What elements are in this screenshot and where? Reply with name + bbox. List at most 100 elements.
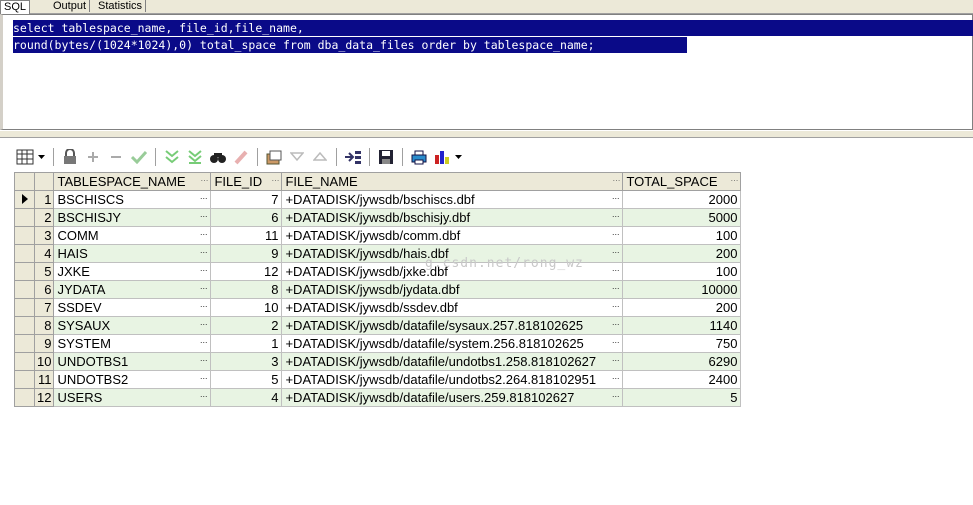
cell-file-id[interactable]: 12: [210, 262, 283, 281]
chevron-down-icon[interactable]: [454, 146, 462, 168]
table-row[interactable]: 3 COMM... 11 +DATADISK/jywsdb/comm.dbf... 10…: [14, 226, 742, 245]
cell-file-name[interactable]: +DATADISK/jywsdb/comm.dbf...: [281, 226, 624, 245]
table-row[interactable]: 4 HAIS... 9 +DATADISK/jywsdb/hais.dbf... 200: [14, 244, 742, 263]
column-header[interactable]: TOTAL_SPACE ···: [622, 172, 742, 191]
cell-total-space[interactable]: 5: [622, 388, 742, 407]
cell-edit-icon[interactable]: ...: [200, 228, 208, 242]
add-record-icon[interactable]: [82, 146, 104, 168]
cell-file-id[interactable]: 6: [210, 208, 283, 227]
cell-tablespace-name[interactable]: HAIS...: [53, 244, 212, 263]
grid-view-icon[interactable]: [14, 146, 36, 168]
cell-file-id[interactable]: 8: [210, 280, 283, 299]
cell-tablespace-name[interactable]: JXKE...: [53, 262, 212, 281]
cell-total-space[interactable]: 2400: [622, 370, 742, 389]
cell-edit-icon[interactable]: ...: [612, 228, 620, 242]
chart-icon[interactable]: [431, 146, 453, 168]
table-row[interactable]: 7 SSDEV... 10 +DATADISK/jywsdb/ssdev.dbf...…: [14, 298, 742, 317]
cell-file-id[interactable]: 5: [210, 370, 283, 389]
delete-record-icon[interactable]: [105, 146, 127, 168]
table-row[interactable]: 6 JYDATA... 8 +DATADISK/jywsdb/jydata.dbf..…: [14, 280, 742, 299]
row-indicator[interactable]: [14, 298, 35, 317]
cell-total-space[interactable]: 2000: [622, 190, 742, 209]
cell-edit-icon[interactable]: ...: [200, 264, 208, 278]
cell-edit-icon[interactable]: ...: [200, 300, 208, 314]
row-indicator[interactable]: [14, 316, 35, 335]
cell-file-name[interactable]: +DATADISK/jywsdb/datafile/sysaux.257.818…: [281, 316, 624, 335]
cell-edit-icon[interactable]: ...: [612, 336, 620, 350]
cell-tablespace-name[interactable]: COMM...: [53, 226, 212, 245]
cell-tablespace-name[interactable]: JYDATA...: [53, 280, 212, 299]
cell-edit-icon[interactable]: ...: [612, 372, 620, 386]
clear-icon[interactable]: [230, 146, 252, 168]
cell-file-id[interactable]: 4: [210, 388, 283, 407]
cell-file-id[interactable]: 9: [210, 244, 283, 263]
column-header[interactable]: TABLESPACE_NAME ···: [53, 172, 212, 191]
cell-file-id[interactable]: 3: [210, 352, 283, 371]
cell-file-name[interactable]: +DATADISK/jywsdb/jxke.dbf...: [281, 262, 624, 281]
cell-tablespace-name[interactable]: SSDEV...: [53, 298, 212, 317]
cell-total-space[interactable]: 200: [622, 244, 742, 263]
cell-edit-icon[interactable]: ...: [200, 246, 208, 260]
cell-file-name[interactable]: +DATADISK/jywsdb/jydata.dbf...: [281, 280, 624, 299]
filter-up-icon[interactable]: [309, 146, 331, 168]
cell-edit-icon[interactable]: ...: [612, 318, 620, 332]
find-icon[interactable]: [207, 146, 229, 168]
table-row[interactable]: 12 USERS... 4 +DATADISK/jywsdb/datafile/use…: [14, 388, 742, 407]
row-indicator[interactable]: [14, 280, 35, 299]
cell-edit-icon[interactable]: ...: [200, 282, 208, 296]
chevron-down-icon[interactable]: [37, 146, 45, 168]
cell-file-id[interactable]: 2: [210, 316, 283, 335]
cell-edit-icon[interactable]: ...: [612, 354, 620, 368]
row-indicator[interactable]: [14, 370, 35, 389]
cell-total-space[interactable]: 1140: [622, 316, 742, 335]
save-icon[interactable]: [375, 146, 397, 168]
cell-total-space[interactable]: 10000: [622, 280, 742, 299]
tab-sql[interactable]: SQL: [0, 0, 31, 14]
row-indicator[interactable]: [14, 190, 35, 209]
table-row[interactable]: 1 BSCHISCS... 7 +DATADISK/jywsdb/bschiscs.d…: [14, 190, 742, 209]
table-row[interactable]: 8 SYSAUX... 2 +DATADISK/jywsdb/datafile/sys…: [14, 316, 742, 335]
row-indicator[interactable]: [14, 244, 35, 263]
cell-file-name[interactable]: +DATADISK/jywsdb/datafile/undotbs2.264.8…: [281, 370, 624, 389]
cell-tablespace-name[interactable]: BSCHISCS...: [53, 190, 212, 209]
row-indicator[interactable]: [14, 388, 35, 407]
tab-statistics[interactable]: Statistics: [95, 0, 147, 12]
fetch-last-icon[interactable]: [184, 146, 206, 168]
cell-file-name[interactable]: +DATADISK/jywsdb/ssdev.dbf...: [281, 298, 624, 317]
cell-edit-icon[interactable]: ...: [200, 210, 208, 224]
print-icon[interactable]: [408, 146, 430, 168]
table-row[interactable]: 2 BSCHISJY... 6 +DATADISK/jywsdb/bschisjy.d…: [14, 208, 742, 227]
column-header[interactable]: FILE_ID ···: [210, 172, 283, 191]
filter-down-icon[interactable]: [286, 146, 308, 168]
cell-edit-icon[interactable]: ...: [200, 390, 208, 404]
cell-file-id[interactable]: 7: [210, 190, 283, 209]
row-indicator[interactable]: [14, 208, 35, 227]
tab-output[interactable]: Output: [50, 0, 91, 12]
fetch-next-icon[interactable]: [161, 146, 183, 168]
cell-file-name[interactable]: +DATADISK/jywsdb/hais.dbf...: [281, 244, 624, 263]
cell-tablespace-name[interactable]: BSCHISJY...: [53, 208, 212, 227]
cell-edit-icon[interactable]: ...: [200, 192, 208, 206]
cell-tablespace-name[interactable]: USERS...: [53, 388, 212, 407]
cell-edit-icon[interactable]: ...: [612, 264, 620, 278]
cell-total-space[interactable]: 100: [622, 226, 742, 245]
sql-editor[interactable]: select tablespace_name, file_id,file_nam…: [0, 14, 973, 130]
cell-total-space[interactable]: 100: [622, 262, 742, 281]
table-row[interactable]: 11 UNDOTBS2... 5 +DATADISK/jywsdb/datafile/…: [14, 370, 742, 389]
table-row[interactable]: 5 JXKE... 12 +DATADISK/jywsdb/jxke.dbf... 10…: [14, 262, 742, 281]
row-indicator[interactable]: [14, 334, 35, 353]
cell-edit-icon[interactable]: ...: [612, 282, 620, 296]
query-by-example-icon[interactable]: [263, 146, 285, 168]
cell-file-id[interactable]: 1: [210, 334, 283, 353]
cell-edit-icon[interactable]: ...: [200, 318, 208, 332]
table-row[interactable]: 9 SYSTEM... 1 +DATADISK/jywsdb/datafile/sys…: [14, 334, 742, 353]
cell-tablespace-name[interactable]: SYSTEM...: [53, 334, 212, 353]
lock-icon[interactable]: [59, 146, 81, 168]
post-edit-icon[interactable]: [128, 146, 150, 168]
cell-edit-icon[interactable]: ...: [200, 354, 208, 368]
cell-edit-icon[interactable]: ...: [612, 300, 620, 314]
cell-total-space[interactable]: 750: [622, 334, 742, 353]
cell-file-name[interactable]: +DATADISK/jywsdb/bschiscs.dbf...: [281, 190, 624, 209]
cell-file-name[interactable]: +DATADISK/jywsdb/bschisjy.dbf...: [281, 208, 624, 227]
splitter[interactable]: [0, 130, 973, 138]
